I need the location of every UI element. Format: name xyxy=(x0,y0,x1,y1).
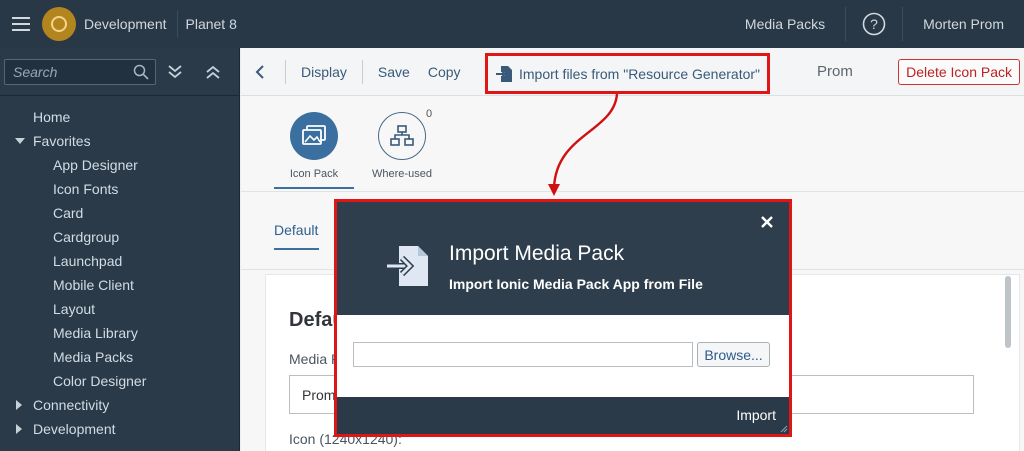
import-files-label: Import files from "Resource Generator" xyxy=(518,65,761,82)
media-pack-name-value: Prom xyxy=(302,386,336,403)
media-pack-label: Media P xyxy=(289,351,341,367)
copy-button[interactable]: Copy xyxy=(419,64,470,80)
system-subtitle: Planet 8 xyxy=(185,16,237,32)
nav-label: Icon Fonts xyxy=(53,181,119,197)
icon-pack-circle xyxy=(290,112,338,160)
nav-label: Mobile Client xyxy=(53,277,134,293)
shell-divider xyxy=(176,10,178,38)
nav-item-mobile-client[interactable]: Mobile Client xyxy=(0,273,239,297)
file-path-input[interactable] xyxy=(353,342,693,367)
tab-default[interactable]: Default xyxy=(274,222,318,238)
hamburger-menu-button[interactable] xyxy=(0,0,42,48)
collapse-all-button[interactable] xyxy=(194,57,232,87)
display-button[interactable]: Display xyxy=(292,64,356,80)
user-menu[interactable]: Morten Prom xyxy=(903,16,1024,32)
double-chevron-up-icon xyxy=(206,65,220,79)
object-header: Icon Pack 0 Where-used xyxy=(241,96,1024,192)
import-files-button[interactable]: Import files from "Resource Generator" xyxy=(485,53,770,94)
nav-item-media-packs[interactable]: Media Packs xyxy=(0,345,239,369)
where-used-circle xyxy=(378,112,426,160)
system-name: Development xyxy=(84,16,167,32)
help-button[interactable]: ? xyxy=(846,12,902,36)
tab-icon-pack[interactable]: Icon Pack xyxy=(274,112,354,189)
nav-label: Card xyxy=(53,205,84,221)
nav-item-connectivity[interactable]: Connectivity xyxy=(0,393,239,417)
nav-item-home[interactable]: Home xyxy=(0,105,239,129)
browse-button[interactable]: Browse... xyxy=(697,342,770,367)
nav-item-layout[interactable]: Layout xyxy=(0,297,239,321)
resize-grip-icon[interactable] xyxy=(780,425,788,433)
import-button[interactable]: Import xyxy=(736,407,776,423)
import-media-pack-dialog: Import Media Pack Import Ionic Media Pac… xyxy=(334,199,792,437)
nav-item-media-library[interactable]: Media Library xyxy=(0,321,239,345)
scrollbar-thumb[interactable] xyxy=(1005,276,1011,348)
expand-all-button[interactable] xyxy=(156,57,194,87)
where-used-count: 0 xyxy=(426,108,433,120)
delete-icon-pack-button[interactable]: Delete Icon Pack xyxy=(898,59,1020,85)
media-packs-link[interactable]: Media Packs xyxy=(725,16,845,32)
sidebar: Search Home Favorites App Designer Icon … xyxy=(0,48,240,451)
nav-tree: Home Favorites App Designer Icon Fonts C… xyxy=(0,96,239,441)
nav-label: Favorites xyxy=(33,133,91,149)
search-icon[interactable] xyxy=(133,64,149,80)
dialog-subtitle: Import Ionic Media Pack App from File xyxy=(449,276,703,292)
company-logo xyxy=(42,7,76,41)
nav-label: Cardgroup xyxy=(53,229,120,245)
images-icon xyxy=(302,125,326,145)
nav-item-card[interactable]: Card xyxy=(0,201,239,225)
nav-item-icon-fonts[interactable]: Icon Fonts xyxy=(0,177,239,201)
active-tab-underline xyxy=(274,187,354,189)
dialog-header: Import Media Pack Import Ionic Media Pac… xyxy=(337,202,789,315)
svg-text:?: ? xyxy=(870,16,878,32)
import-file-icon xyxy=(386,246,428,286)
caret-down-icon xyxy=(15,137,33,145)
toolbar: Display Save Copy Import files from "Res… xyxy=(241,48,1024,96)
caret-right-icon xyxy=(15,400,33,410)
help-icon: ? xyxy=(862,12,886,36)
nav-item-app-designer[interactable]: App Designer xyxy=(0,153,239,177)
nav-item-color-designer[interactable]: Color Designer xyxy=(0,369,239,393)
nav-label: Layout xyxy=(53,301,96,317)
nav-item-development[interactable]: Development xyxy=(0,417,239,441)
object-title: Prom xyxy=(817,63,853,80)
nav-item-favorites[interactable]: Favorites xyxy=(0,129,239,153)
close-icon[interactable] xyxy=(759,214,775,230)
nav-label: Connectivity xyxy=(33,397,110,413)
double-chevron-down-icon xyxy=(168,64,182,78)
dialog-title: Import Media Pack xyxy=(449,242,625,265)
nav-label: Home xyxy=(33,109,71,125)
toolbar-divider xyxy=(361,59,363,84)
shell-bar: Development Planet 8 Media Packs ? Morte… xyxy=(0,0,1024,48)
nav-label: Launchpad xyxy=(53,253,123,269)
nav-label: Media Packs xyxy=(53,349,134,365)
back-button[interactable] xyxy=(241,48,279,96)
search-input[interactable]: Search xyxy=(4,58,156,85)
caret-right-icon xyxy=(15,424,33,434)
nav-label: Color Designer xyxy=(53,373,147,389)
toolbar-divider xyxy=(285,59,286,84)
nav-item-cardgroup[interactable]: Cardgroup xyxy=(0,225,239,249)
tab-where-used-label: Where-used xyxy=(372,168,432,180)
dialog-footer: Import xyxy=(337,397,789,434)
tab-icon-pack-label: Icon Pack xyxy=(289,168,339,180)
nav-label: Media Library xyxy=(53,325,138,341)
save-button[interactable]: Save xyxy=(369,64,419,80)
dialog-body: Browse... xyxy=(337,315,789,397)
nav-label: Development xyxy=(33,421,116,437)
nav-item-launchpad[interactable]: Launchpad xyxy=(0,249,239,273)
active-subtab-underline xyxy=(274,248,319,250)
chevron-left-icon xyxy=(255,64,264,79)
hamburger-icon xyxy=(12,17,30,31)
search-placeholder: Search xyxy=(13,63,58,80)
import-file-icon xyxy=(495,65,512,82)
tab-where-used[interactable]: 0 Where-used xyxy=(362,108,442,180)
nav-label: App Designer xyxy=(53,157,138,173)
hierarchy-icon xyxy=(390,125,414,146)
